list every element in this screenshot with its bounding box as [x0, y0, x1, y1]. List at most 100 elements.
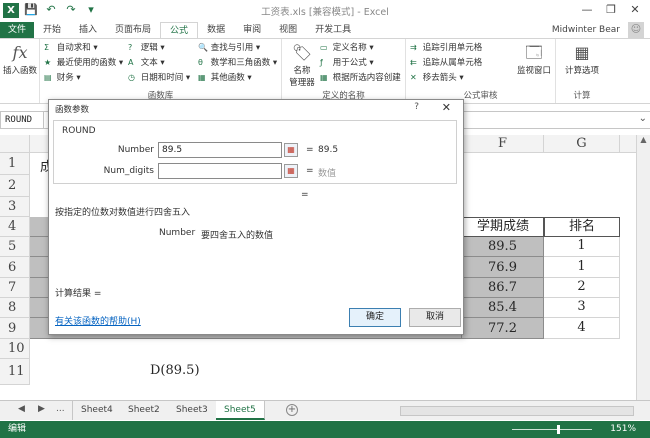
- function-name: ROUND: [62, 126, 96, 136]
- row-header-4[interactable]: 4: [0, 217, 30, 237]
- zoom-level[interactable]: 151%: [610, 421, 636, 438]
- score-cell[interactable]: 77.2: [462, 318, 544, 339]
- num-digits-input[interactable]: [158, 163, 282, 179]
- watch-window-button[interactable]: 🗔 监视窗口: [514, 43, 554, 76]
- sheet-tab-sheet4[interactable]: Sheet4: [72, 401, 122, 420]
- autosum-label: 自动求和: [56, 43, 91, 53]
- sheet-tab-sheet3[interactable]: Sheet3: [168, 401, 217, 420]
- row-header-11[interactable]: 11: [0, 359, 30, 385]
- sheet-more[interactable]: ...: [56, 404, 65, 414]
- other-functions-button[interactable]: ▦ 其他函数 ▾: [198, 72, 252, 84]
- row-header-7[interactable]: 7: [0, 278, 30, 298]
- tab-page-layout[interactable]: 页面布局: [106, 22, 160, 38]
- rank-cell[interactable]: 1: [544, 257, 620, 278]
- function-arguments-dialog: 函数参数 ? ✕ ROUND Number 89.5 ▦ = 89.5 Num_…: [48, 99, 464, 335]
- name-manager-button[interactable]: 🏷 名称 管理器: [286, 43, 318, 88]
- zoom-slider[interactable]: [512, 429, 592, 430]
- restore-button[interactable]: ❐: [600, 2, 622, 18]
- trace-dependents-icon: ⇇: [410, 58, 417, 67]
- remove-arrows-button[interactable]: ✕ 移去箭头 ▾: [410, 72, 464, 84]
- arg-desc-name: Number: [159, 228, 196, 238]
- logical-button[interactable]: ? 逻辑 ▾: [128, 42, 165, 54]
- column-header-g[interactable]: G: [544, 135, 620, 153]
- row-header-1[interactable]: 1: [0, 153, 30, 175]
- name-box[interactable]: ROUND: [0, 111, 44, 129]
- vertical-scrollbar[interactable]: ▲: [636, 135, 650, 400]
- add-sheet-icon[interactable]: +: [286, 404, 298, 416]
- minimize-button[interactable]: —: [576, 2, 598, 18]
- clock-icon: ◷: [128, 73, 135, 82]
- close-button[interactable]: ✕: [624, 2, 646, 18]
- rank-cell[interactable]: 1: [544, 237, 620, 257]
- score-cell[interactable]: 86.7: [462, 278, 544, 298]
- sheet-prev-icon[interactable]: ◀: [18, 404, 25, 414]
- ribbon-group-defined-names: 🏷 名称 管理器 ▭ 定义名称 ▾ ƒ 用于公式 ▾ ▦ 根据所选内容创建 定义…: [282, 39, 406, 103]
- tab-developer[interactable]: 开发工具: [306, 22, 360, 38]
- recent-functions-button[interactable]: ★ 最近使用的函数 ▾: [44, 57, 123, 69]
- lookup-icon: 🔍: [198, 43, 208, 52]
- number-input[interactable]: 89.5: [158, 142, 282, 158]
- sheet-tab-sheet2[interactable]: Sheet2: [120, 401, 169, 420]
- autosum-button[interactable]: Σ 自动求和 ▾: [44, 42, 98, 54]
- define-name-button[interactable]: ▭ 定义名称 ▾: [320, 42, 374, 54]
- row-header-8[interactable]: 8: [0, 298, 30, 318]
- select-all-corner[interactable]: [0, 135, 30, 153]
- text-button[interactable]: A 文本 ▾: [128, 57, 165, 69]
- help-icon[interactable]: ?: [414, 102, 419, 112]
- row-header-9[interactable]: 9: [0, 318, 30, 339]
- function-help-link[interactable]: 有关该函数的帮助(H): [55, 314, 141, 327]
- sheet-next-icon[interactable]: ▶: [38, 404, 45, 414]
- trace-dependents-button[interactable]: ⇇ 追踪从属单元格: [410, 57, 482, 69]
- column-header-f[interactable]: F: [462, 135, 544, 153]
- define-name-label: 定义名称: [332, 43, 367, 53]
- zoom-slider-handle[interactable]: [557, 425, 560, 434]
- tab-data[interactable]: 数据: [198, 22, 234, 38]
- score-cell[interactable]: 76.9: [462, 257, 544, 278]
- cell-formula-text[interactable]: D(89.5): [150, 363, 200, 378]
- math-button[interactable]: θ 数学和三角函数 ▾: [198, 57, 277, 69]
- row-header-2[interactable]: 2: [0, 175, 30, 197]
- collapse-dialog-icon[interactable]: ▦: [284, 164, 298, 178]
- collapse-dialog-icon[interactable]: ▦: [284, 143, 298, 157]
- lookup-button[interactable]: 🔍 查找与引用 ▾: [198, 42, 260, 54]
- arg-equals: =: [306, 166, 314, 176]
- row-header-3[interactable]: 3: [0, 197, 30, 217]
- tab-file[interactable]: 文件: [0, 22, 34, 38]
- cancel-button[interactable]: 取消: [409, 308, 461, 327]
- insert-function-button[interactable]: fx 插入函数: [2, 43, 38, 76]
- rank-cell[interactable]: 4: [544, 318, 620, 339]
- dialog-close-icon[interactable]: ✕: [442, 101, 451, 114]
- tab-home[interactable]: 开始: [34, 22, 70, 38]
- fx-icon: fx: [12, 43, 28, 62]
- row-header-6[interactable]: 6: [0, 257, 30, 278]
- score-cell[interactable]: 85.4: [462, 298, 544, 318]
- sheet-tab-sheet5[interactable]: Sheet5: [216, 401, 265, 420]
- financial-button[interactable]: ▤ 财务 ▾: [44, 72, 81, 84]
- tab-insert[interactable]: 插入: [70, 22, 106, 38]
- use-in-formula-button[interactable]: ƒ 用于公式 ▾: [320, 57, 374, 69]
- star-icon: ★: [44, 58, 52, 67]
- user-name[interactable]: Midwinter Bear: [552, 22, 620, 38]
- header-score[interactable]: 学期成绩: [462, 217, 544, 237]
- avatar[interactable]: ☺: [628, 22, 644, 38]
- ok-button[interactable]: 确定: [349, 308, 401, 327]
- row-header-10[interactable]: 10: [0, 339, 30, 359]
- trace-precedents-button[interactable]: ⇉ 追踪引用单元格: [410, 42, 482, 54]
- header-rank[interactable]: 排名: [544, 217, 620, 237]
- tab-formulas[interactable]: 公式: [160, 22, 199, 38]
- datetime-button[interactable]: ◷ 日期和时间 ▾: [128, 72, 190, 84]
- horizontal-scrollbar[interactable]: [400, 406, 634, 416]
- create-selection-icon: ▦: [320, 73, 328, 82]
- row-header-5[interactable]: 5: [0, 237, 30, 257]
- calc-options-button[interactable]: ▦ 计算选项: [560, 43, 604, 76]
- score-cell[interactable]: 89.5: [462, 237, 544, 257]
- tab-review[interactable]: 审阅: [234, 22, 270, 38]
- chevron-down-icon[interactable]: ⌄: [639, 113, 647, 124]
- title-bar: X 💾 ↶ ↷ ▾ 工资表.xls [兼容模式] - Excel — ❐ ✕: [0, 0, 650, 22]
- rank-cell[interactable]: 3: [544, 298, 620, 318]
- create-from-selection-button[interactable]: ▦ 根据所选内容创建: [320, 72, 401, 84]
- tab-view[interactable]: 视图: [270, 22, 306, 38]
- rank-cell[interactable]: 2: [544, 278, 620, 298]
- ribbon-group-insert-function: fx 插入函数: [0, 39, 40, 103]
- scroll-up-icon[interactable]: ▲: [637, 135, 650, 144]
